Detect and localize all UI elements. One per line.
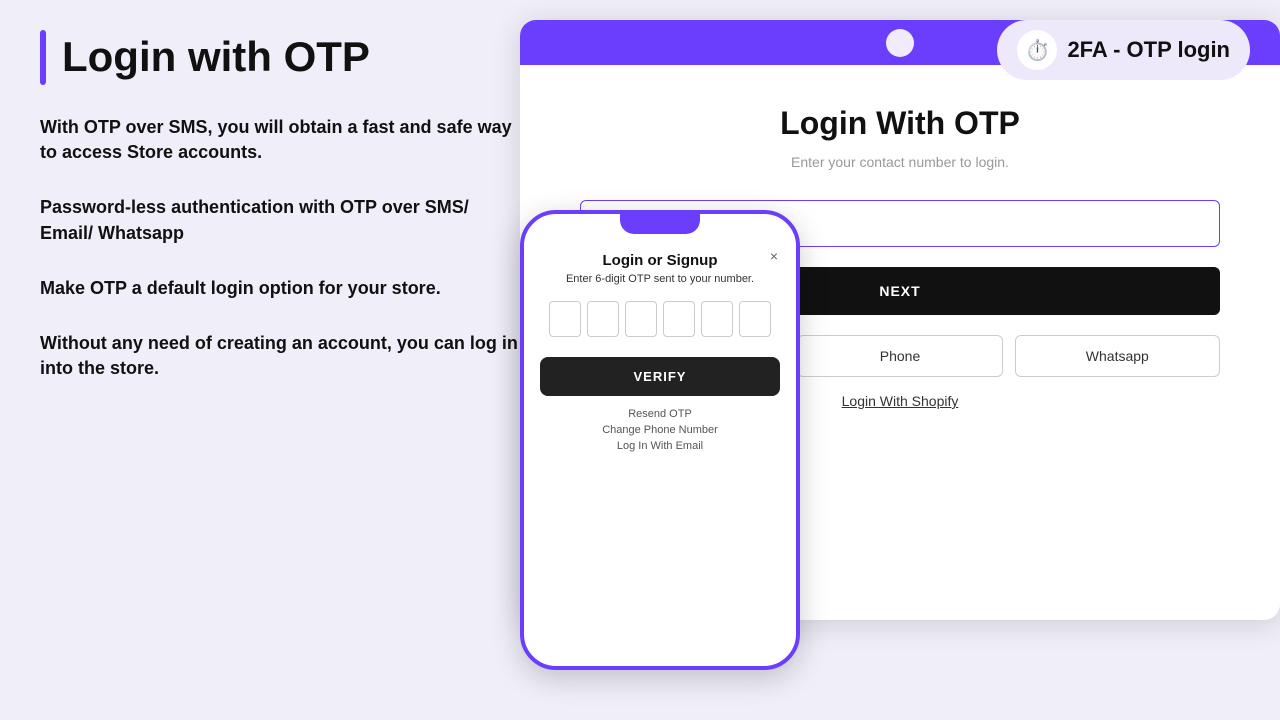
feature-item-3: Make OTP a default login option for your… (40, 276, 520, 301)
phone-mockup: Login or Signup × Enter 6-digit OTP sent… (520, 210, 800, 670)
badge-label: 2FA - OTP login (1067, 37, 1230, 63)
badge-icon: ⏱️ (1017, 30, 1057, 70)
phone-links: Resend OTP Change Phone Number Log In Wi… (540, 408, 780, 452)
change-phone-link[interactable]: Change Phone Number (540, 424, 780, 436)
otp-box-1[interactable] (549, 301, 581, 337)
feature-item-1: With OTP over SMS, you will obtain a fas… (40, 115, 520, 165)
whatsapp-button[interactable]: Whatsapp (1015, 335, 1220, 377)
feature-item-4: Without any need of creating an account,… (40, 331, 520, 381)
title-accent-bar (40, 30, 46, 85)
phone-notch (620, 214, 700, 234)
otp-box-6[interactable] (739, 301, 771, 337)
left-panel: Login with OTP With OTP over SMS, you wi… (40, 30, 520, 700)
phone-button[interactable]: Phone (797, 335, 1002, 377)
browser-subtitle: Enter your contact number to login. (791, 154, 1009, 170)
page-container: ⏱️ 2FA - OTP login Login with OTP With O… (0, 0, 1280, 720)
phone-close-button[interactable]: × (770, 248, 778, 264)
page-title: Login with OTP (62, 34, 370, 80)
verify-button[interactable]: VERIFY (540, 357, 780, 396)
browser-circle-decoration (886, 29, 914, 57)
resend-otp-link[interactable]: Resend OTP (540, 408, 780, 420)
otp-box-2[interactable] (587, 301, 619, 337)
otp-box-4[interactable] (663, 301, 695, 337)
phone-content: Login or Signup × Enter 6-digit OTP sent… (524, 234, 796, 466)
right-panel: Login With OTP Enter your contact number… (540, 30, 1240, 700)
title-block: Login with OTP (40, 30, 520, 85)
feature-list: With OTP over SMS, you will obtain a fas… (40, 115, 520, 381)
otp-boxes (540, 301, 780, 337)
timer-icon: ⏱️ (1025, 38, 1050, 63)
browser-login-title: Login With OTP (780, 105, 1020, 142)
feature-item-2: Password-less authentication with OTP ov… (40, 195, 520, 245)
shopify-login-link[interactable]: Login With Shopify (842, 393, 959, 409)
app-badge: ⏱️ 2FA - OTP login (997, 20, 1250, 80)
otp-box-5[interactable] (701, 301, 733, 337)
login-email-link[interactable]: Log In With Email (540, 440, 780, 452)
otp-box-3[interactable] (625, 301, 657, 337)
phone-modal-title: Login or Signup (540, 252, 780, 269)
phone-otp-label: Enter 6-digit OTP sent to your number. (540, 273, 780, 285)
